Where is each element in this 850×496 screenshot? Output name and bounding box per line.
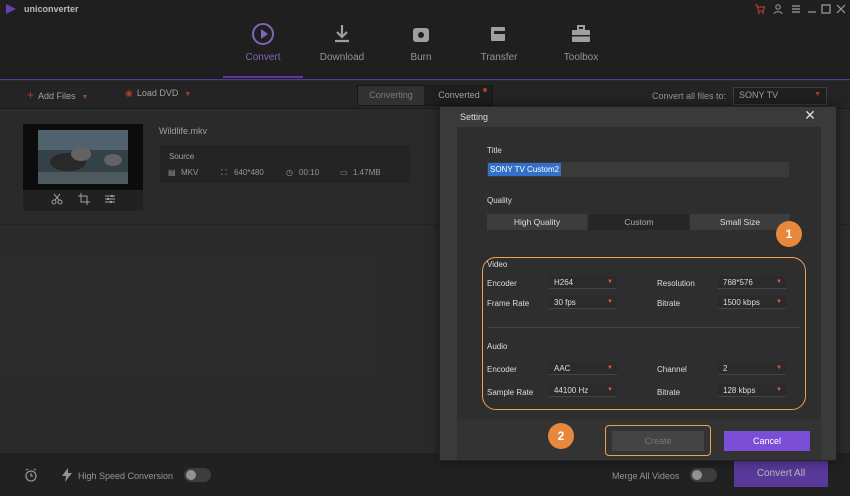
video-encoder-value: H264 — [554, 278, 574, 287]
audio-encoder-label: Encoder — [487, 365, 517, 374]
audio-encoder-select[interactable]: AAC ▼ — [549, 362, 617, 375]
chevron-down-icon: ▼ — [776, 387, 782, 393]
chevron-down-icon: ▼ — [607, 387, 613, 393]
title-input[interactable]: SONY TV Custom2 — [487, 162, 789, 177]
video-encoder-label: Encoder — [487, 279, 517, 288]
audio-bitrate-select[interactable]: 128 kbps ▼ — [718, 384, 786, 397]
close-icon[interactable]: ✕ — [802, 107, 818, 123]
audio-bitrate-value: 128 kbps — [723, 386, 756, 395]
quality-custom-button[interactable]: Custom — [589, 214, 689, 230]
resolution-select[interactable]: 768*576 ▼ — [718, 276, 786, 289]
audio-encoder-value: AAC — [554, 364, 571, 373]
step-badge-1: 1 — [776, 221, 802, 247]
sample-rate-label: Sample Rate — [487, 388, 534, 397]
channel-label: Channel — [657, 365, 687, 374]
video-bitrate-label: Bitrate — [657, 299, 681, 308]
sample-rate-value: 44100 Hz — [554, 386, 589, 395]
frame-rate-label: Frame Rate — [487, 299, 530, 308]
chevron-down-icon: ▼ — [776, 365, 782, 371]
quality-high-button[interactable]: High Quality — [487, 214, 587, 230]
dialog-footer: Create Cancel — [457, 420, 821, 460]
setting-dialog: Setting ✕ Title SONY TV Custom2 Quality … — [439, 106, 837, 461]
divider — [488, 327, 800, 328]
title-label: Title — [487, 146, 502, 155]
audio-bitrate-label: Bitrate — [657, 388, 681, 397]
chevron-down-icon: ▼ — [607, 299, 613, 305]
video-bitrate-select[interactable]: 1500 kbps ▼ — [718, 296, 786, 309]
sample-rate-select[interactable]: 44100 Hz ▼ — [549, 384, 617, 397]
chevron-down-icon: ▼ — [776, 279, 782, 285]
step-badge-2: 2 — [548, 423, 574, 449]
frame-rate-select[interactable]: 30 fps ▼ — [549, 296, 617, 309]
quality-label: Quality — [487, 196, 512, 205]
resolution-value: 768*576 — [723, 278, 753, 287]
quality-small-button[interactable]: Small Size — [690, 214, 790, 230]
chevron-down-icon: ▼ — [776, 299, 782, 305]
video-encoder-select[interactable]: H264 ▼ — [549, 276, 617, 289]
resolution-label: Resolution — [657, 279, 695, 288]
video-bitrate-value: 1500 kbps — [723, 298, 760, 307]
chevron-down-icon: ▼ — [607, 279, 613, 285]
video-label: Video — [487, 260, 508, 269]
channel-select[interactable]: 2 ▼ — [718, 362, 786, 375]
audio-label: Audio — [487, 342, 508, 351]
frame-rate-value: 30 fps — [554, 298, 576, 307]
cancel-button[interactable]: Cancel — [724, 431, 810, 451]
title-input-value: SONY TV Custom2 — [488, 163, 562, 176]
dialog-title: Setting — [460, 112, 489, 122]
chevron-down-icon: ▼ — [607, 365, 613, 371]
create-button[interactable]: Create — [612, 431, 704, 451]
channel-value: 2 — [723, 364, 728, 373]
